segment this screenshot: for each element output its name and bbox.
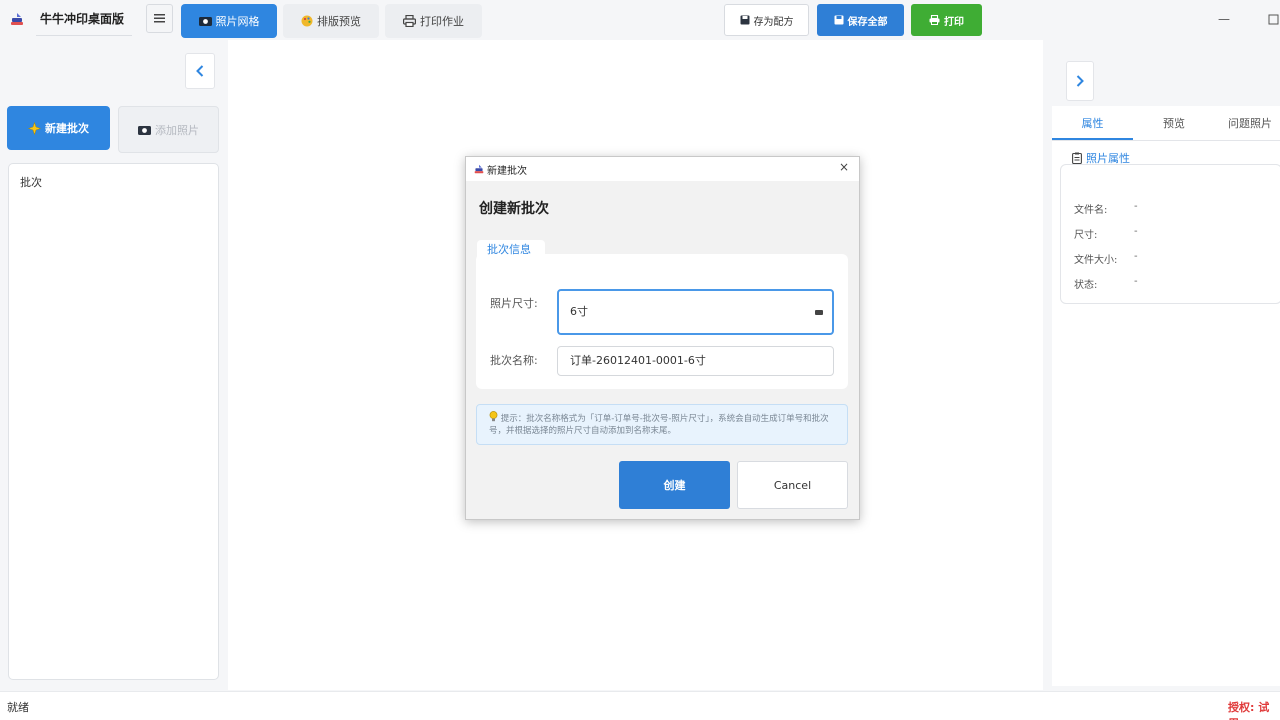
create-button[interactable]: 创建 <box>619 461 730 509</box>
save-recipe-button[interactable]: 存为配方 <box>724 4 809 36</box>
dialog-close-button[interactable]: × <box>838 160 850 174</box>
status-bar <box>0 691 1280 720</box>
dialog-title: 新建批次 <box>487 166 527 177</box>
lightbulb-icon <box>489 411 498 422</box>
palette-icon <box>301 15 313 27</box>
chevron-right-icon <box>1076 75 1084 87</box>
license-status: 授权: 试用 <box>1228 701 1270 720</box>
tab-photo-grid[interactable]: 照片网格 <box>181 4 277 38</box>
batch-name-label: 批次名称: <box>490 354 538 367</box>
status-text: 就绪 <box>7 701 29 714</box>
tab-print-jobs-label: 打印作业 <box>420 15 464 28</box>
tab-divider <box>1052 140 1280 141</box>
tip-box: 提示：批次名称格式为「订单-订单号-批次号-照片尺寸」，系统会自动生成订单号和批… <box>476 404 848 445</box>
menu-button[interactable] <box>146 4 173 33</box>
window-minimize-button[interactable]: — <box>1218 12 1232 28</box>
tab-problem-photos[interactable]: 问题照片 <box>1215 108 1280 140</box>
save-recipe-label: 存为配方 <box>753 16 794 28</box>
dropdown-arrow-icon[interactable] <box>815 310 823 315</box>
chevron-left-icon <box>196 65 204 77</box>
batch-list-header: 批次 <box>20 176 42 189</box>
photo-size-label: 照片尺寸: <box>490 297 538 310</box>
printer-icon <box>403 15 416 27</box>
save-all-button[interactable]: 保存全部 <box>817 4 904 36</box>
new-batch-button[interactable]: 新建批次 <box>7 106 110 150</box>
print-label: 打印 <box>944 16 964 28</box>
collapse-right-panel-button[interactable] <box>1066 61 1094 101</box>
prop-label-filesize: 文件大小: <box>1074 255 1118 266</box>
tab-preview[interactable]: 预览 <box>1135 108 1213 140</box>
tab-print-jobs[interactable]: 打印作业 <box>385 4 482 38</box>
add-photo-label: 添加照片 <box>155 123 199 137</box>
print-button[interactable]: 打印 <box>911 4 982 36</box>
tab-layout-preview[interactable]: 排版预览 <box>283 4 379 38</box>
camera-icon <box>198 17 212 26</box>
floppy-icon <box>740 15 749 25</box>
sparkle-icon <box>28 121 41 135</box>
app-logo-icon <box>474 164 484 174</box>
clipboard-icon <box>1072 152 1082 164</box>
collapse-left-panel-button[interactable] <box>185 53 215 89</box>
add-photo-button[interactable]: 添加照片 <box>118 106 219 153</box>
tip-text: 提示：批次名称格式为「订单-订单号-批次号-照片尺寸」，系统会自动生成订单号和批… <box>489 414 829 436</box>
app-logo-icon <box>11 13 23 25</box>
hamburger-icon <box>154 14 165 23</box>
prop-value-filename: - <box>1134 201 1138 212</box>
floppy-icon <box>834 15 843 25</box>
prop-label-status: 状态: <box>1074 280 1098 291</box>
batch-info-group-title: 批次信息 <box>477 240 545 260</box>
tab-photo-grid-label: 照片网格 <box>215 15 260 28</box>
camera-icon <box>138 125 151 135</box>
batch-name-input[interactable]: 订单-26012401-0001-6寸 <box>557 346 834 376</box>
batch-list[interactable]: 批次 <box>8 163 219 680</box>
tab-properties[interactable]: 属性 <box>1052 108 1133 140</box>
prop-label-size: 尺寸: <box>1074 230 1098 241</box>
prop-value-filesize: - <box>1134 251 1138 262</box>
window-maximize-icon[interactable] <box>1268 14 1280 26</box>
new-batch-label: 新建批次 <box>45 122 89 135</box>
cancel-button[interactable]: Cancel <box>737 461 848 509</box>
prop-value-size: - <box>1134 226 1138 237</box>
prop-label-filename: 文件名: <box>1074 205 1108 216</box>
save-all-label: 保存全部 <box>847 16 888 28</box>
dialog-heading: 创建新批次 <box>479 201 549 217</box>
app-title: 牛牛冲印桌面版 <box>36 6 132 36</box>
tab-layout-preview-label: 排版预览 <box>317 15 361 28</box>
printer-icon <box>929 15 940 25</box>
photo-size-select[interactable]: 6寸 <box>557 289 834 335</box>
prop-value-status: - <box>1134 276 1138 287</box>
